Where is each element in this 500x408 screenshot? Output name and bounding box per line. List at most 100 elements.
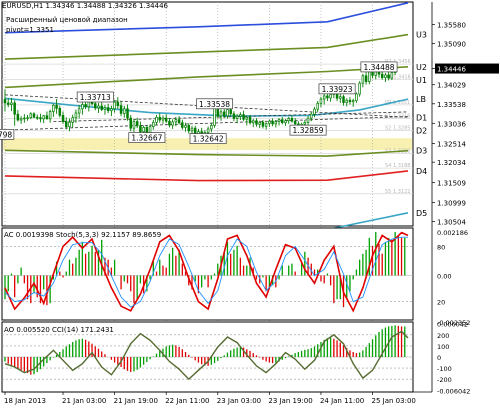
candle-body bbox=[326, 95, 329, 99]
ao-pane-title: AO 0.005520 CCI(14) 171.2431 bbox=[4, 326, 114, 334]
price-tick-label: 1.32034 bbox=[437, 159, 466, 167]
candle-body bbox=[94, 103, 97, 109]
candle-body bbox=[161, 117, 165, 121]
chart-title: EURUSD,H1 1.34346 1.34488 1.34326 1.3444… bbox=[2, 2, 168, 10]
pane-secondary-tick-label: 200 bbox=[437, 332, 449, 340]
candle-body bbox=[190, 127, 194, 132]
candle-body bbox=[258, 121, 261, 125]
pane-tick-label: -0.006042 bbox=[437, 388, 470, 396]
candle-body bbox=[261, 121, 265, 127]
level-label-u3: U3 bbox=[416, 31, 427, 40]
annotation-label: 1.33538 bbox=[199, 100, 230, 109]
candle-body bbox=[351, 100, 355, 103]
candle-body bbox=[342, 96, 345, 103]
candle-body bbox=[113, 101, 116, 110]
candle-body bbox=[310, 113, 313, 119]
candle-body bbox=[103, 107, 107, 110]
candle-body bbox=[277, 119, 281, 122]
candle-body bbox=[97, 105, 100, 109]
candle-body bbox=[251, 120, 255, 124]
candle-body bbox=[361, 75, 365, 84]
time-axis: 18 Jan 2013 21 Jan 03:00 21 Jan 19:00 22 Ja… bbox=[2, 391, 432, 405]
price-tick-label: 1.30999 bbox=[437, 199, 466, 207]
price-tick-label: 1.35090 bbox=[437, 41, 466, 49]
candle-body bbox=[387, 74, 390, 79]
candle-body bbox=[193, 127, 197, 135]
level-label-u1: U1 bbox=[416, 76, 427, 85]
annotation-label: 1.32667 bbox=[131, 134, 162, 143]
candle-body bbox=[213, 106, 216, 126]
candle-body bbox=[58, 108, 62, 116]
annotation-label: 1.33923 bbox=[322, 85, 353, 94]
candle-body bbox=[303, 121, 307, 125]
candle-body bbox=[100, 105, 103, 110]
price-tick-label: 1.31509 bbox=[437, 180, 466, 188]
candle-body bbox=[13, 102, 16, 115]
level-label-d3: D3 bbox=[416, 147, 427, 156]
time-tick-label: 21 Jan 19:00 bbox=[114, 397, 158, 405]
candle-body bbox=[358, 82, 361, 95]
pivot-caption: pivot=1.3351 bbox=[6, 26, 54, 34]
candle-body bbox=[380, 73, 384, 79]
pane-secondary-tick-label: 100 bbox=[437, 343, 449, 351]
candle-body bbox=[368, 71, 371, 82]
candle-body bbox=[26, 117, 29, 119]
candle-body bbox=[306, 117, 310, 123]
level-label-d5: D5 bbox=[416, 209, 427, 218]
pane-secondary-tick-label: 20 bbox=[437, 299, 445, 307]
candle-body bbox=[248, 116, 252, 124]
candle-body bbox=[271, 120, 274, 125]
candle-body bbox=[45, 115, 49, 120]
candle-body bbox=[74, 112, 78, 119]
candle-body bbox=[119, 105, 123, 114]
pane-secondary-tick-label: 80 bbox=[437, 243, 445, 251]
annotation-label: 798 bbox=[0, 130, 12, 139]
level-label-d2: D2 bbox=[416, 126, 427, 135]
pane-secondary-tick-label: 0 bbox=[437, 354, 441, 362]
candle-body bbox=[174, 119, 178, 123]
price-tick-label: 1.32514 bbox=[437, 141, 466, 149]
annotation-label: 1.32859 bbox=[293, 126, 324, 135]
level-label-d1: D1 bbox=[416, 113, 427, 122]
candle-body bbox=[171, 121, 174, 126]
candle-body bbox=[110, 108, 113, 112]
candle-body bbox=[313, 108, 316, 115]
candle-body bbox=[177, 119, 181, 124]
candle-body bbox=[364, 75, 368, 82]
candle-body bbox=[35, 116, 39, 119]
candle-body bbox=[6, 102, 10, 105]
pane-tick-label: 0.006042 bbox=[437, 320, 468, 328]
candle-body bbox=[68, 121, 71, 127]
candle-body bbox=[42, 115, 45, 120]
time-tick-label: 22 Jan 11:00 bbox=[165, 397, 209, 405]
candle-body bbox=[319, 98, 323, 104]
candle-body bbox=[206, 128, 210, 133]
candle-body bbox=[322, 95, 326, 100]
candle-body bbox=[210, 125, 213, 130]
time-tick-label: 23 Jan 19:00 bbox=[268, 397, 312, 405]
candle-body bbox=[148, 126, 152, 134]
pane-tick-label: 0.002186 bbox=[437, 229, 468, 237]
candle-body bbox=[219, 111, 223, 117]
candle-body bbox=[16, 113, 20, 121]
candle-body bbox=[65, 121, 68, 127]
candle-body bbox=[81, 104, 84, 110]
candle-body bbox=[264, 123, 268, 127]
time-tick-label: 24 Jan 11:00 bbox=[320, 397, 364, 405]
candle-body bbox=[123, 108, 126, 114]
price-tick-label: 1.34029 bbox=[437, 82, 466, 90]
price-tick-label: 1.35580 bbox=[437, 22, 466, 30]
price-tick-label: 1.33036 bbox=[437, 120, 466, 128]
candle-body bbox=[168, 120, 171, 126]
candle-body bbox=[155, 116, 158, 123]
pivot-line-label: S5 1.3122 bbox=[385, 189, 410, 195]
candle-body bbox=[129, 117, 132, 129]
candle-body bbox=[284, 120, 287, 124]
candle-body bbox=[39, 117, 42, 120]
ac-stochastic-pane[interactable]: 0.0021860.00-0.0023528020 bbox=[1, 227, 470, 327]
candle-body bbox=[84, 104, 87, 108]
pane-tick-label: 0.00 bbox=[437, 272, 451, 280]
candle-body bbox=[255, 120, 258, 125]
candle-body bbox=[287, 118, 290, 122]
candle-body bbox=[232, 113, 236, 119]
